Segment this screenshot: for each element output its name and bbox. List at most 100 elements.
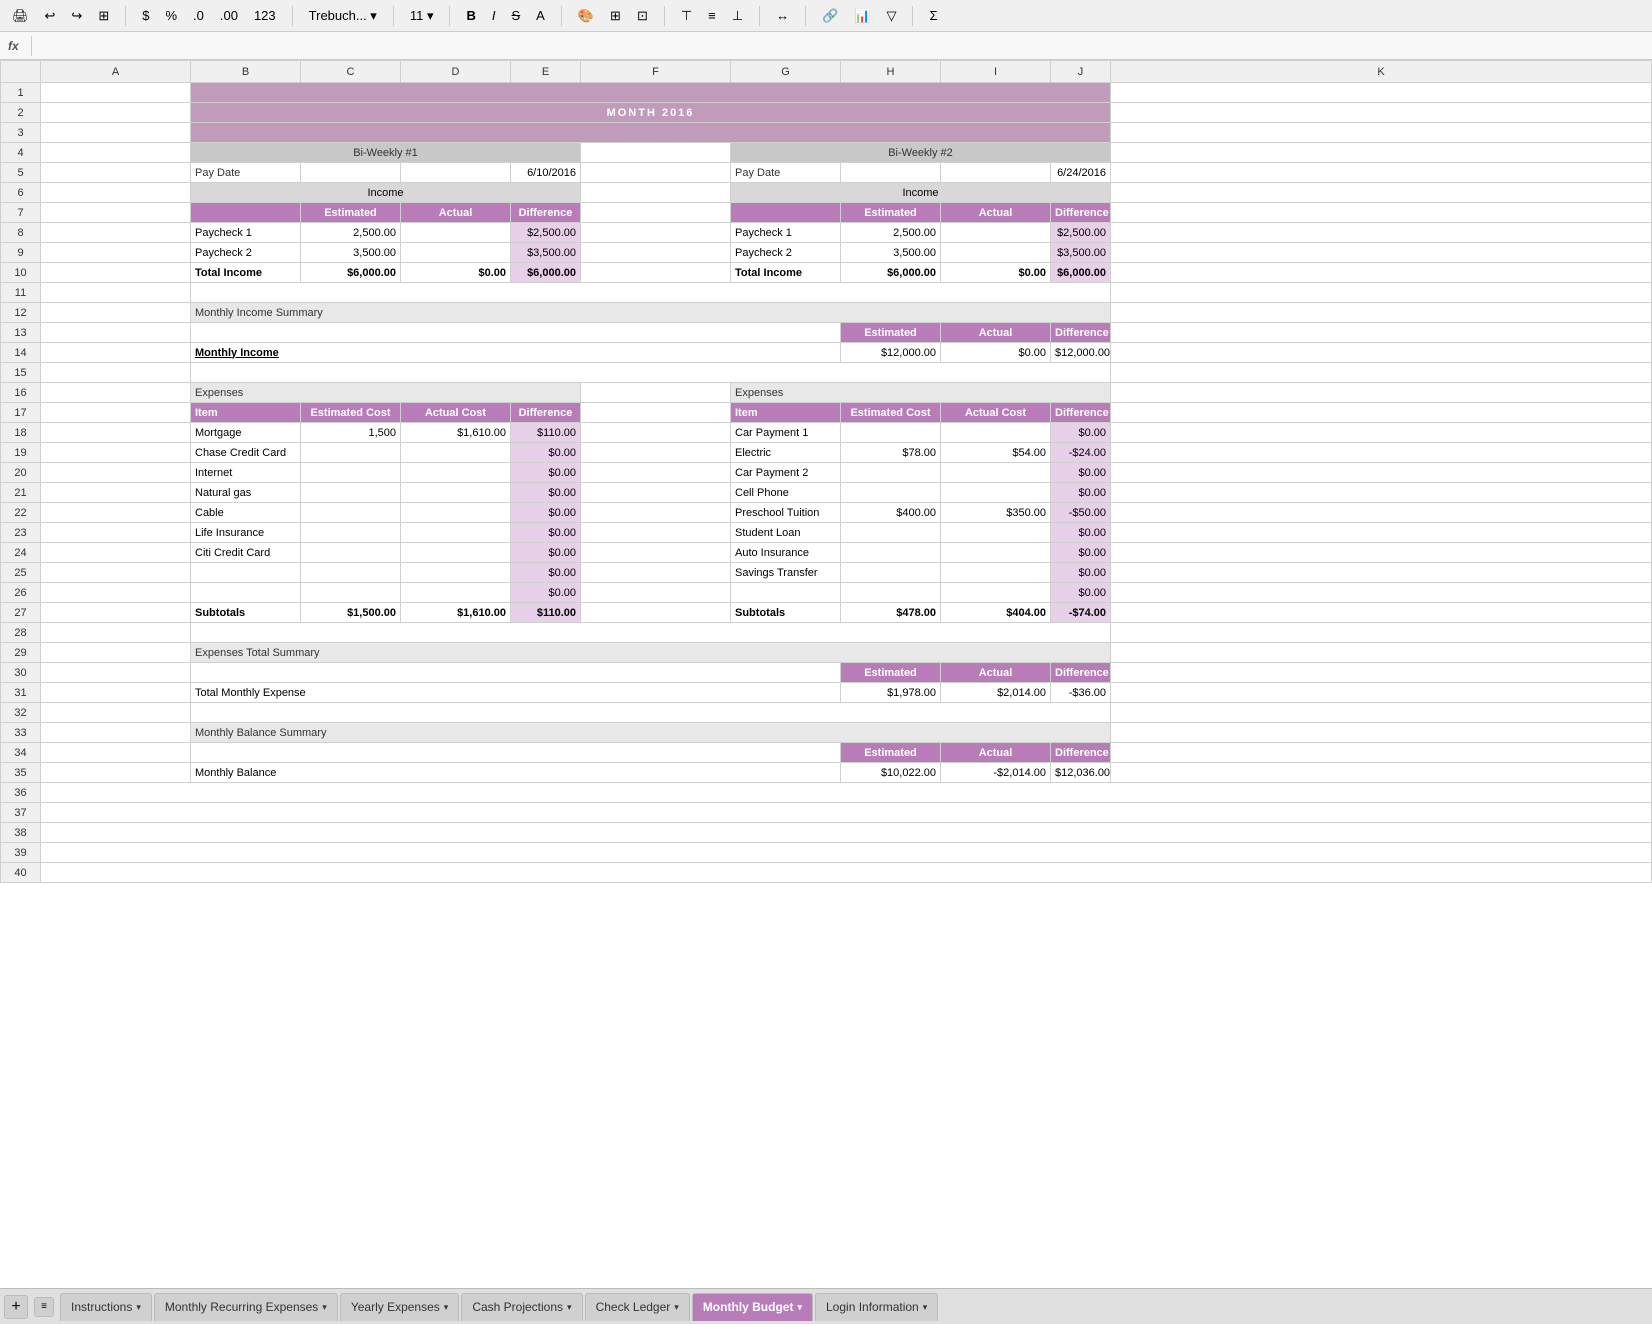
monthly-balance-diff: $12,036.00 <box>1051 763 1111 783</box>
tab-arrow-mre: ▾ <box>322 1302 327 1313</box>
undo-icon[interactable]: ↩ <box>41 6 60 26</box>
col-header-d[interactable]: D <box>401 61 511 83</box>
table-row: 6 Income Income <box>1 183 1652 203</box>
total-monthly-expense-est: $1,978.00 <box>841 683 941 703</box>
monthly-balance-est: $10,022.00 <box>841 763 941 783</box>
tab-arrow-cp: ▾ <box>567 1302 572 1313</box>
add-sheet-button[interactable]: + <box>4 1295 28 1319</box>
table-row: 37 <box>1 803 1652 823</box>
decimal-less-icon[interactable]: .0 <box>189 6 208 25</box>
table-row: 40 <box>1 863 1652 883</box>
table-row: 2 MONTH 2016 <box>1 103 1652 123</box>
col-header-k[interactable]: K <box>1111 61 1652 83</box>
formula-bar: fx <box>0 32 1652 60</box>
filter-icon[interactable]: ▽ <box>882 6 900 26</box>
table-row: 31 Total Monthly Expense $1,978.00 $2,01… <box>1 683 1652 703</box>
paycheck1-diff-1: $2,500.00 <box>511 223 581 243</box>
corner-cell <box>1 61 41 83</box>
spreadsheet-container: A B C D E F G H I J K 1 <box>0 60 1652 1288</box>
percent-icon[interactable]: % <box>161 6 181 25</box>
align-bottom-icon[interactable]: ⊥ <box>728 6 747 26</box>
total-income-label-2: Total Income <box>731 263 841 283</box>
more-icon[interactable]: ⊞ <box>94 6 113 26</box>
col-header-f[interactable]: F <box>581 61 731 83</box>
align-top-icon[interactable]: ⊤ <box>677 6 696 26</box>
table-row: 13 Estimated Actual Difference <box>1 323 1652 343</box>
merge-icon[interactable]: ⊡ <box>633 6 652 26</box>
strikethrough-icon[interactable]: S <box>508 6 525 25</box>
paycheck2-diff-2: $3,500.00 <box>1051 243 1111 263</box>
formula-input[interactable] <box>44 39 1644 53</box>
tab-instructions[interactable]: Instructions ▾ <box>60 1293 152 1321</box>
monthly-income-summary-label: Monthly Income Summary <box>191 303 1111 323</box>
paycheck1-est-1: 2,500.00 <box>301 223 401 243</box>
total-income-actual-1: $0.00 <box>401 263 511 283</box>
col-header-c[interactable]: C <box>301 61 401 83</box>
pay-date-label-2: Pay Date <box>731 163 841 183</box>
col-header-j[interactable]: J <box>1051 61 1111 83</box>
tab-arrow-cl: ▾ <box>674 1302 679 1313</box>
total-income-actual-2: $0.00 <box>941 263 1051 283</box>
expenses1-label: Expenses <box>191 383 581 403</box>
italic-icon[interactable]: I <box>488 6 500 25</box>
tab-login-information[interactable]: Login Information ▾ <box>815 1293 938 1321</box>
subtotals-label-2: Subtotals <box>731 603 841 623</box>
col-header-i[interactable]: I <box>941 61 1051 83</box>
monthly-income-label: Monthly Income <box>191 343 841 363</box>
tab-monthly-budget[interactable]: Monthly Budget ▾ <box>692 1293 813 1321</box>
tab-yearly-expenses[interactable]: Yearly Expenses ▾ <box>340 1293 459 1321</box>
table-row: 25 $0.00 Savings Transfer $0.00 <box>1 563 1652 583</box>
table-row: 29 Expenses Total Summary <box>1 643 1652 663</box>
borders-icon[interactable]: ⊞ <box>606 6 625 26</box>
link-icon[interactable]: 🔗 <box>818 6 842 26</box>
table-row: 7 Estimated Actual Difference Estimated … <box>1 203 1652 223</box>
tab-cash-projections[interactable]: Cash Projections ▾ <box>461 1293 582 1321</box>
tab-arrow-ye: ▾ <box>444 1302 449 1313</box>
fill-color-icon[interactable]: 🎨 <box>574 6 598 26</box>
pay-date-value-2: 6/24/2016 <box>1051 163 1111 183</box>
redo-icon[interactable]: ↪ <box>67 6 86 26</box>
total-income-est-2: $6,000.00 <box>841 263 941 283</box>
col-header-a[interactable]: A <box>41 61 191 83</box>
table-row: 27 Subtotals $1,500.00 $1,610.00 $110.00… <box>1 603 1652 623</box>
monthly-income-diff: $12,000.00 <box>1051 343 1111 363</box>
table-row: 8 Paycheck 1 2,500.00 $2,500.00 Paycheck… <box>1 223 1652 243</box>
chart-icon[interactable]: 📊 <box>850 6 874 26</box>
align-middle-icon[interactable]: ≡ <box>704 6 720 25</box>
table-row: 26 $0.00 $0.00 <box>1 583 1652 603</box>
monthly-income-actual: $0.00 <box>941 343 1051 363</box>
tab-check-ledger[interactable]: Check Ledger ▾ <box>585 1293 690 1321</box>
grid-wrapper[interactable]: A B C D E F G H I J K 1 <box>0 60 1652 1288</box>
sum-icon[interactable]: Σ <box>925 6 941 25</box>
table-row: 22 Cable $0.00 Preschool Tuition $400.00… <box>1 503 1652 523</box>
spreadsheet-title: MONTH 2016 <box>191 103 1111 123</box>
print-icon[interactable]: 🖨 <box>8 6 33 26</box>
font-size[interactable]: 11 ▾ <box>406 6 438 26</box>
subtotals-diff-1: $110.00 <box>511 603 581 623</box>
table-row: 14 Monthly Income $12,000.00 $0.00 $12,0… <box>1 343 1652 363</box>
table-row: 12 Monthly Income Summary <box>1 303 1652 323</box>
tab-monthly-recurring-expenses[interactable]: Monthly Recurring Expenses ▾ <box>154 1293 338 1321</box>
paycheck2-diff-1: $3,500.00 <box>511 243 581 263</box>
currency-icon[interactable]: $ <box>138 6 153 25</box>
monthly-income-est: $12,000.00 <box>841 343 941 363</box>
sheet-list-icon[interactable]: ≡ <box>34 1297 54 1317</box>
table-row: 10 Total Income $6,000.00 $0.00 $6,000.0… <box>1 263 1652 283</box>
bold-icon[interactable]: B <box>462 6 479 25</box>
wrap-icon[interactable]: ↔ <box>772 6 793 25</box>
decimal-more-icon[interactable]: .00 <box>216 6 242 25</box>
col-header-b[interactable]: B <box>191 61 301 83</box>
tab-arrow-instructions: ▾ <box>136 1302 141 1313</box>
table-row: 16 Expenses Expenses <box>1 383 1652 403</box>
font-color-icon[interactable]: A <box>532 6 549 25</box>
table-row: 5 Pay Date 6/10/2016 Pay Date 6/24/2016 <box>1 163 1652 183</box>
table-row: 11 <box>1 283 1652 303</box>
format-icon[interactable]: 123 <box>250 6 280 25</box>
monthly-balance-label: Monthly Balance <box>191 763 841 783</box>
subtotals-actual-2: $404.00 <box>941 603 1051 623</box>
col-header-e[interactable]: E <box>511 61 581 83</box>
col-header-g[interactable]: G <box>731 61 841 83</box>
col-header-h[interactable]: H <box>841 61 941 83</box>
pay-date-label-1: Pay Date <box>191 163 301 183</box>
font-family[interactable]: Trebuch... ▾ <box>305 6 381 26</box>
